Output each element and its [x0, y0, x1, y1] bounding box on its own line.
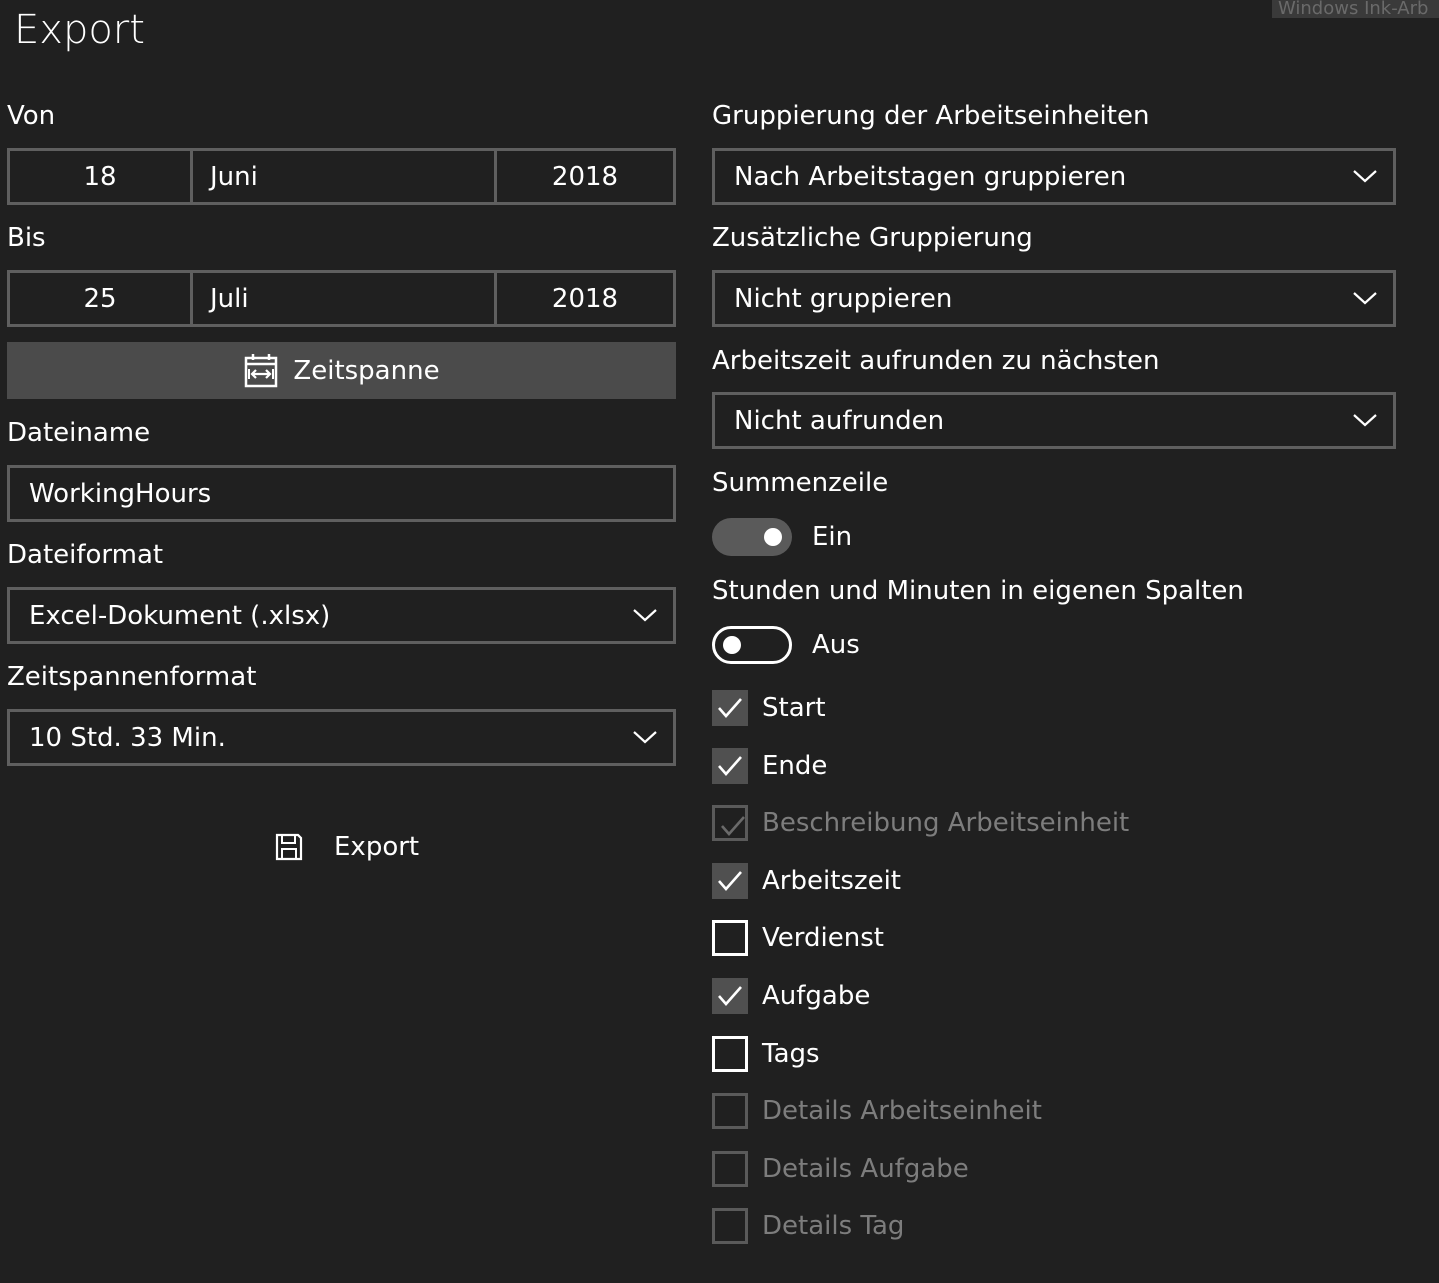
to-date-picker[interactable]: 25 Juli 2018	[7, 270, 676, 327]
rounding-label: Arbeitszeit aufrunden zu nächsten	[712, 346, 1160, 376]
grouping-dropdown[interactable]: Nach Arbeitstagen gruppieren	[712, 148, 1396, 205]
date-divider	[190, 151, 193, 202]
grouping-label: Gruppierung der Arbeitseinheiten	[712, 101, 1150, 131]
checkbox-label: Aufgabe	[762, 981, 871, 1011]
export-button[interactable]: Export	[274, 828, 419, 866]
checkbox	[712, 805, 748, 841]
checkbox[interactable]	[712, 1036, 748, 1072]
checkmark-icon	[718, 871, 742, 891]
chevron-down-icon	[1353, 291, 1377, 304]
chevron-down-icon	[1353, 413, 1377, 426]
from-year[interactable]: 2018	[497, 151, 673, 202]
timespan-button-label: Zeitspanne	[293, 355, 440, 386]
checkmark-icon	[721, 816, 745, 836]
separate-columns-state: Aus	[812, 630, 860, 660]
checkmark-icon	[718, 756, 742, 776]
extra-grouping-label: Zusätzliche Gruppierung	[712, 223, 1033, 253]
chevron-down-icon	[1353, 169, 1377, 182]
export-button-label: Export	[334, 832, 420, 862]
checkbox[interactable]	[712, 863, 748, 899]
fileformat-dropdown[interactable]: Excel-Dokument (.xlsx)	[7, 587, 676, 644]
checkbox-label: Arbeitszeit	[762, 866, 902, 896]
checkbox	[712, 1208, 748, 1244]
rounding-dropdown[interactable]: Nicht aufrunden	[712, 392, 1396, 449]
filename-value: WorkingHours	[29, 478, 212, 509]
sum-row-state: Ein	[812, 522, 853, 552]
checkmark-icon	[718, 986, 742, 1006]
timespan-button[interactable]: Zeitspanne	[7, 342, 676, 399]
sum-row-label: Summenzeile	[712, 468, 889, 498]
timespanformat-dropdown[interactable]: 10 Std. 33 Min.	[7, 709, 676, 766]
checkbox-label: Verdienst	[762, 923, 884, 953]
sum-row-toggle[interactable]	[712, 518, 792, 556]
calendar-range-icon	[245, 353, 278, 387]
timespanformat-value: 10 Std. 33 Min.	[29, 722, 226, 753]
checkbox-label: Tags	[762, 1039, 820, 1069]
checkbox-label: Beschreibung Arbeitseinheit	[762, 808, 1130, 838]
to-year[interactable]: 2018	[497, 273, 673, 324]
checkbox[interactable]	[712, 748, 748, 784]
checkmark-icon	[718, 698, 742, 718]
checkbox[interactable]	[712, 690, 748, 726]
to-label: Bis	[7, 223, 46, 253]
from-label: Von	[7, 101, 56, 131]
checkbox-label: Details Arbeitseinheit	[762, 1096, 1042, 1126]
save-icon	[275, 833, 303, 861]
page-title: Export	[14, 7, 145, 53]
checkbox	[712, 1093, 748, 1129]
checkbox[interactable]	[712, 920, 748, 956]
grouping-value: Nach Arbeitstagen gruppieren	[734, 161, 1127, 192]
toggle-knob	[723, 636, 741, 654]
chevron-down-icon	[633, 730, 657, 743]
filename-label: Dateiname	[7, 418, 151, 448]
watermark: Windows Ink-Arb	[1272, 0, 1439, 18]
from-day[interactable]: 18	[10, 151, 190, 202]
separate-columns-label: Stunden und Minuten in eigenen Spalten	[712, 576, 1244, 606]
to-month[interactable]: Juli	[210, 273, 249, 324]
extra-grouping-dropdown[interactable]: Nicht gruppieren	[712, 270, 1396, 327]
date-divider	[190, 273, 193, 324]
fileformat-value: Excel-Dokument (.xlsx)	[29, 600, 331, 631]
checkbox-label: Details Tag	[762, 1211, 905, 1241]
from-date-picker[interactable]: 18 Juni 2018	[7, 148, 676, 205]
rounding-value: Nicht aufrunden	[734, 405, 945, 436]
filename-input[interactable]: WorkingHours	[7, 465, 676, 522]
chevron-down-icon	[633, 608, 657, 621]
toggle-knob	[764, 528, 782, 546]
timespanformat-label: Zeitspannenformat	[7, 662, 257, 692]
from-month[interactable]: Juni	[210, 151, 258, 202]
checkbox-label: Ende	[762, 751, 828, 781]
checkbox-label: Start	[762, 693, 826, 723]
to-day[interactable]: 25	[10, 273, 190, 324]
separate-columns-toggle[interactable]	[712, 626, 792, 664]
fileformat-label: Dateiformat	[7, 540, 164, 570]
checkbox[interactable]	[712, 978, 748, 1014]
checkbox	[712, 1151, 748, 1187]
extra-grouping-value: Nicht gruppieren	[734, 283, 953, 314]
checkbox-label: Details Aufgabe	[762, 1154, 969, 1184]
